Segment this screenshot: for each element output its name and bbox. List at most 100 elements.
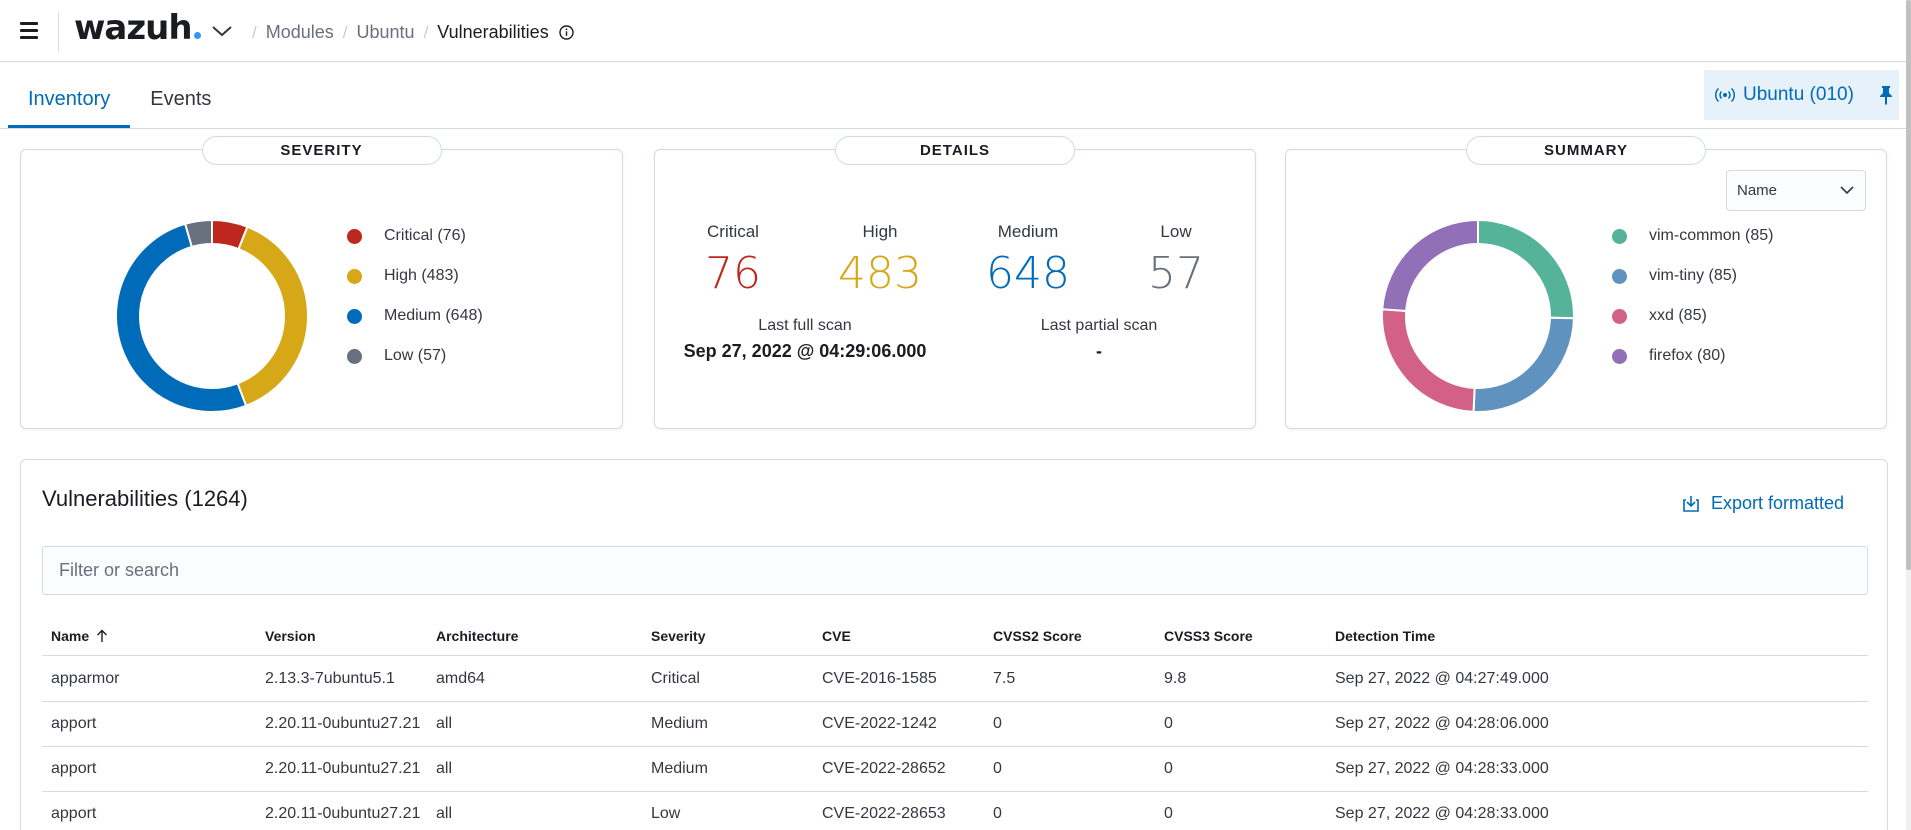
details-panel: DETAILS Critical 76 High 483 Medium 648 … [654, 136, 1256, 429]
legend-dot [1612, 348, 1627, 364]
panel-title: SUMMARY [1466, 136, 1706, 165]
pin-icon[interactable] [1879, 85, 1893, 105]
column-header-detection-time[interactable]: Detection Time [1335, 616, 1435, 656]
donut-slice-vim-common[interactable] [1477, 218, 1575, 320]
column-header-version[interactable]: Version [265, 616, 316, 656]
top-header: wazuh / Modules / Ubuntu / Vulnerabiliti… [0, 0, 1906, 62]
cell-detection-time: Sep 27, 2022 @ 04:28:33.000 [1335, 760, 1549, 777]
wazuh-logo[interactable]: wazuh [74, 8, 201, 48]
donut-slice-xxd[interactable] [1381, 308, 1476, 413]
details-low: Low 57 [1106, 222, 1246, 299]
breadcrumb-modules[interactable]: Modules [266, 22, 334, 43]
details-value[interactable]: 483 [810, 248, 950, 299]
summary-panel: SUMMARY Name vim-common (85) vim-tiny (8… [1285, 136, 1887, 429]
cell-detection-time: Sep 27, 2022 @ 04:28:06.000 [1335, 715, 1549, 732]
legend-item-firefox[interactable]: firefox (80) [1612, 336, 1773, 376]
donut-slice-medium[interactable] [115, 222, 248, 413]
cell-cvss3: 0 [1164, 805, 1173, 822]
details-high: High 483 [810, 222, 950, 299]
cell-detection-time: Sep 27, 2022 @ 04:28:33.000 [1335, 805, 1549, 822]
column-header-severity[interactable]: Severity [651, 616, 705, 656]
cell-detection-time: Sep 27, 2022 @ 04:27:49.000 [1335, 670, 1549, 687]
cell-cve: CVE-2022-28653 [822, 805, 946, 822]
select-value: Name [1737, 182, 1778, 199]
filter-search-input[interactable] [42, 546, 1868, 595]
cell-severity: Medium [651, 760, 708, 777]
cell-severity: Medium [651, 715, 708, 732]
cell-cve: CVE-2022-1242 [822, 715, 937, 732]
column-header-architecture[interactable]: Architecture [436, 616, 518, 656]
tab-inventory[interactable]: Inventory [8, 72, 131, 128]
cell-cvss2: 7.5 [993, 670, 1016, 687]
panel-title: DETAILS [835, 136, 1075, 165]
summary-field-select[interactable]: Name [1726, 170, 1866, 211]
cell-cvss2: 0 [993, 760, 1002, 777]
legend-dot [347, 228, 362, 244]
column-header-name[interactable]: Name [51, 616, 108, 656]
donut-slice-firefox[interactable] [1381, 218, 1479, 313]
legend-dot [347, 268, 362, 284]
tab-events[interactable]: Events [130, 72, 231, 128]
cell-version: 2.20.11-0ubuntu27.21 [265, 760, 421, 777]
details-value[interactable]: 648 [958, 248, 1098, 299]
cell-version: 2.13.3-7ubuntu5.1 [265, 670, 395, 687]
cell-cvss3: 9.8 [1164, 670, 1187, 687]
table-row[interactable]: apparmor 2.13.3-7ubuntu5.1 amd64 Critica… [42, 657, 1868, 702]
details-critical: Critical 76 [663, 222, 803, 299]
cell-version: 2.20.11-0ubuntu27.21 [265, 805, 421, 822]
scrollbar-thumb[interactable] [1906, 0, 1911, 570]
breadcrumb: / Modules / Ubuntu / Vulnerabilities [243, 22, 575, 43]
legend-item-vim-common[interactable]: vim-common (85) [1612, 216, 1773, 256]
tabs-divider [0, 128, 1906, 129]
details-value[interactable]: 76 [663, 248, 803, 299]
column-header-cve[interactable]: CVE [822, 616, 851, 656]
cell-cvss3: 0 [1164, 715, 1173, 732]
legend-item-critical[interactable]: Critical (76) [347, 216, 483, 256]
cell-cvss2: 0 [993, 805, 1002, 822]
cell-cvss2: 0 [993, 715, 1002, 732]
legend-item-medium[interactable]: Medium (648) [347, 296, 483, 336]
table-title: Vulnerabilities (1264) [42, 486, 248, 511]
cell-architecture: amd64 [436, 670, 485, 687]
cell-name: apparmor [51, 670, 120, 687]
legend-label: Low (57) [384, 347, 447, 364]
logo-text: wazuh [74, 8, 193, 48]
hamburger-menu-icon[interactable] [16, 18, 44, 46]
chevron-down-icon[interactable] [211, 21, 233, 41]
panel-title: SEVERITY [201, 136, 442, 165]
table-row[interactable]: apport 2.20.11-0ubuntu27.21 all Medium C… [42, 747, 1868, 792]
cell-architecture: all [436, 715, 453, 732]
legend-item-high[interactable]: High (483) [347, 256, 483, 296]
breadcrumb-separator: / [252, 22, 257, 42]
legend-item-xxd[interactable]: xxd (85) [1612, 296, 1773, 336]
severity-legend: Critical (76) High (483) Medium (648) Lo… [347, 216, 483, 376]
last-full-scan: Last full scan Sep 27, 2022 @ 04:29:06.0… [655, 317, 955, 362]
severity-panel: SEVERITY Critical (76) High (483) Medium… [20, 136, 623, 429]
download-icon [1683, 495, 1699, 512]
tab-bar: Inventory Events [8, 72, 231, 128]
column-header-cvss3-score[interactable]: CVSS3 Score [1164, 616, 1253, 656]
legend-dot [1612, 268, 1627, 284]
info-icon[interactable] [558, 24, 575, 41]
legend-dot [347, 308, 362, 324]
column-header-cvss2-score[interactable]: CVSS2 Score [993, 616, 1082, 656]
breadcrumb-vulnerabilities: Vulnerabilities [437, 22, 549, 42]
legend-dot [1612, 228, 1627, 244]
breadcrumb-ubuntu[interactable]: Ubuntu [357, 22, 415, 43]
legend-item-low[interactable]: Low (57) [347, 336, 483, 376]
cell-name: apport [51, 805, 97, 822]
donut-slice-vim-tiny[interactable] [1472, 316, 1575, 413]
details-label: Low [1160, 222, 1192, 241]
agent-selector-button[interactable]: Ubuntu (010) [1704, 70, 1899, 120]
cell-architecture: all [436, 805, 453, 822]
scan-value: - [1096, 341, 1102, 361]
export-formatted-button[interactable]: Export formatted [1681, 493, 1844, 514]
legend-label: xxd (85) [1649, 307, 1707, 324]
details-value[interactable]: 57 [1106, 248, 1246, 299]
table-row[interactable]: apport 2.20.11-0ubuntu27.21 all Medium C… [42, 702, 1868, 747]
legend-dot [347, 348, 362, 364]
donut-slice-high[interactable] [236, 225, 309, 408]
legend-item-vim-tiny[interactable]: vim-tiny (85) [1612, 256, 1773, 296]
page-scrollbar[interactable] [1906, 0, 1911, 830]
table-row[interactable]: apport 2.20.11-0ubuntu27.21 all Low CVE-… [42, 792, 1868, 830]
